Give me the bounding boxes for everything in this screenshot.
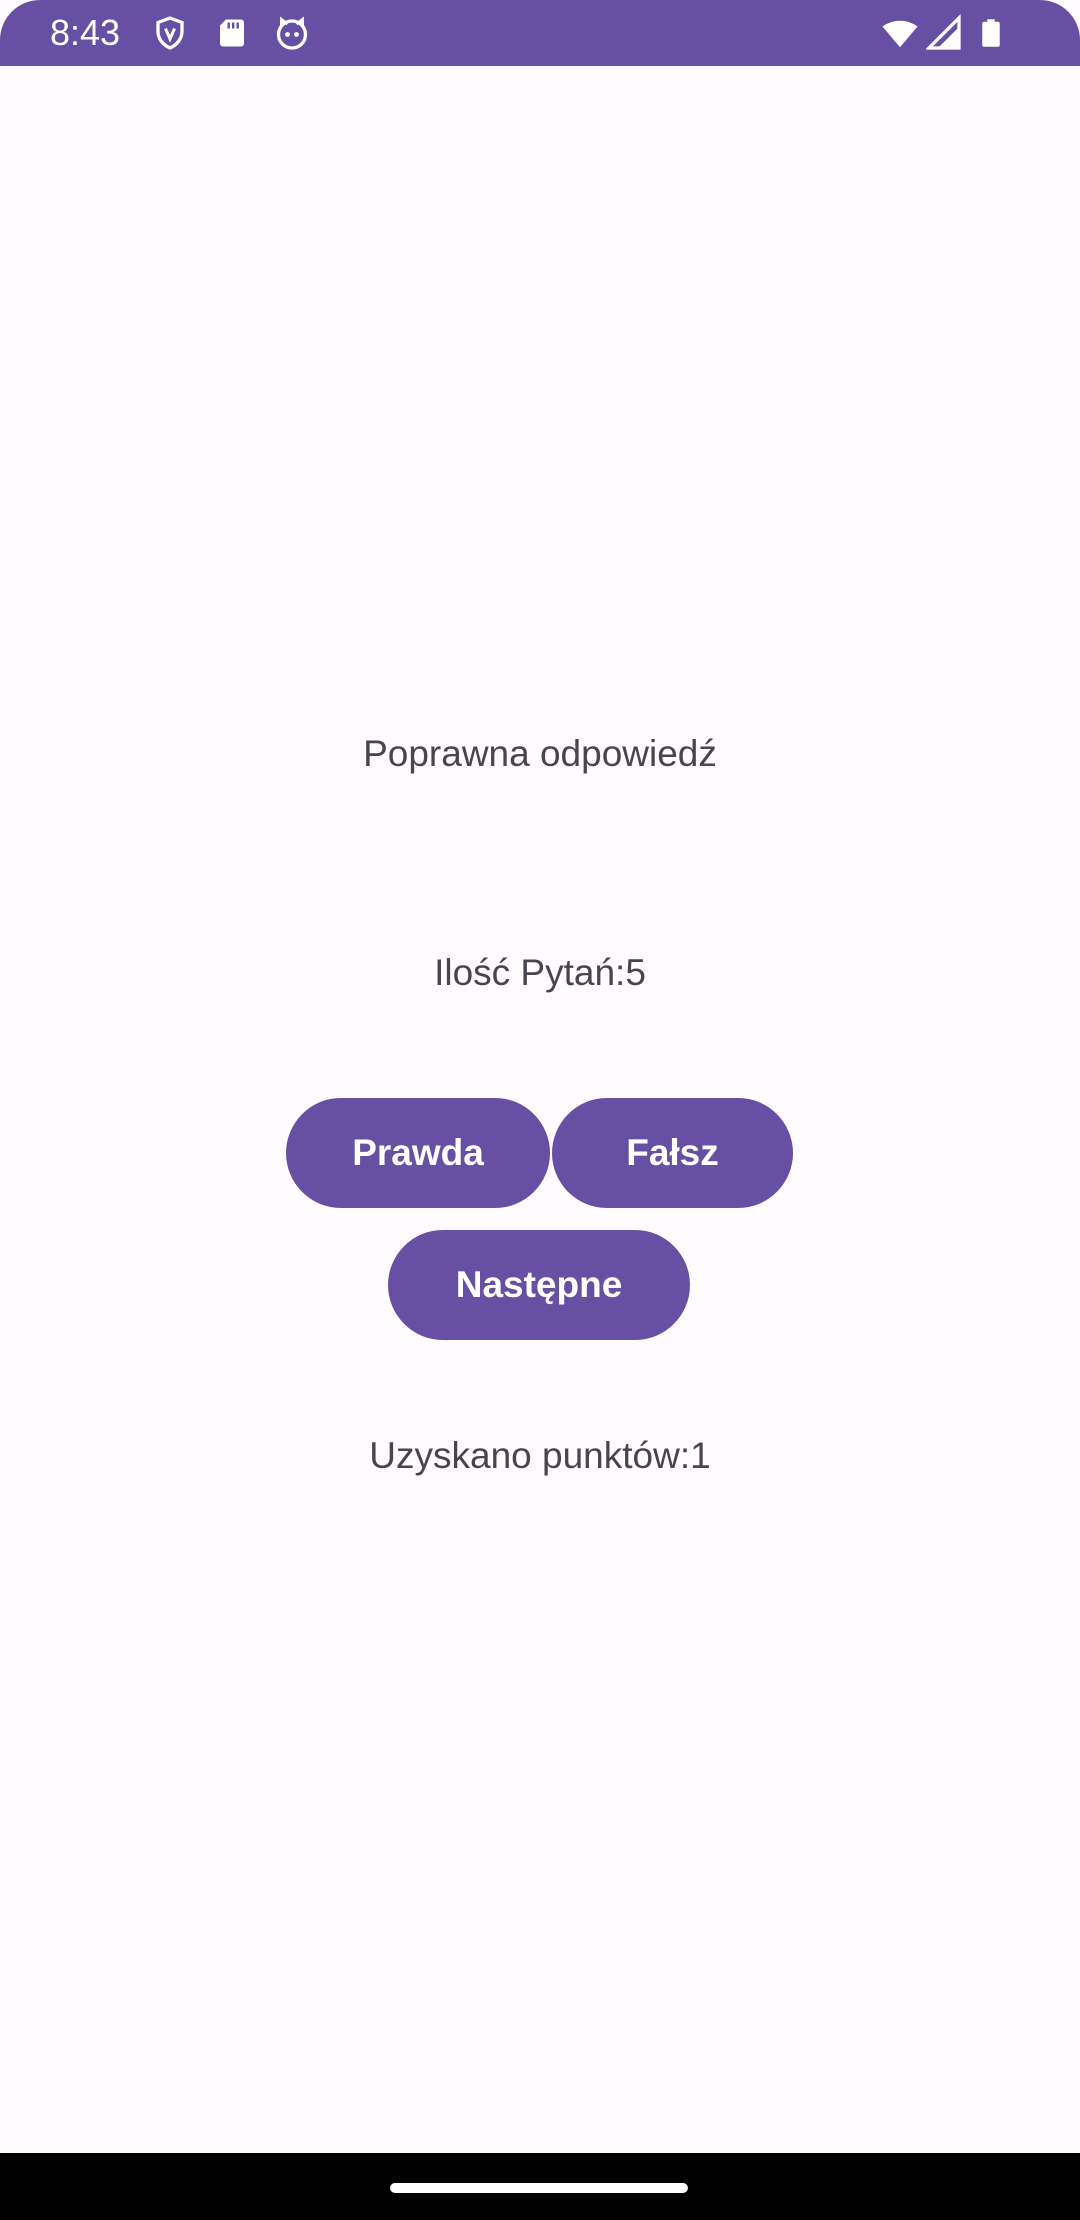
false-button[interactable]: Fałsz: [552, 1098, 793, 1208]
score-text: Uzyskano punktów:1: [369, 1435, 711, 1476]
cat-icon: [274, 14, 310, 52]
status-bar: 8:43: [0, 0, 1080, 66]
signal-icon: [926, 14, 962, 52]
question-text: Poprawna odpowiedź: [363, 733, 717, 774]
battery-icon: [976, 14, 1006, 52]
next-button[interactable]: Następne: [388, 1230, 690, 1340]
sd-card-icon: [214, 14, 250, 52]
question-count: Ilość Pytań:5: [434, 952, 646, 993]
true-button[interactable]: Prawda: [286, 1098, 550, 1208]
shield-icon: [152, 14, 188, 52]
wifi-icon: [880, 14, 920, 52]
status-time: 8:43: [50, 12, 121, 53]
home-handle[interactable]: [390, 2183, 688, 2193]
